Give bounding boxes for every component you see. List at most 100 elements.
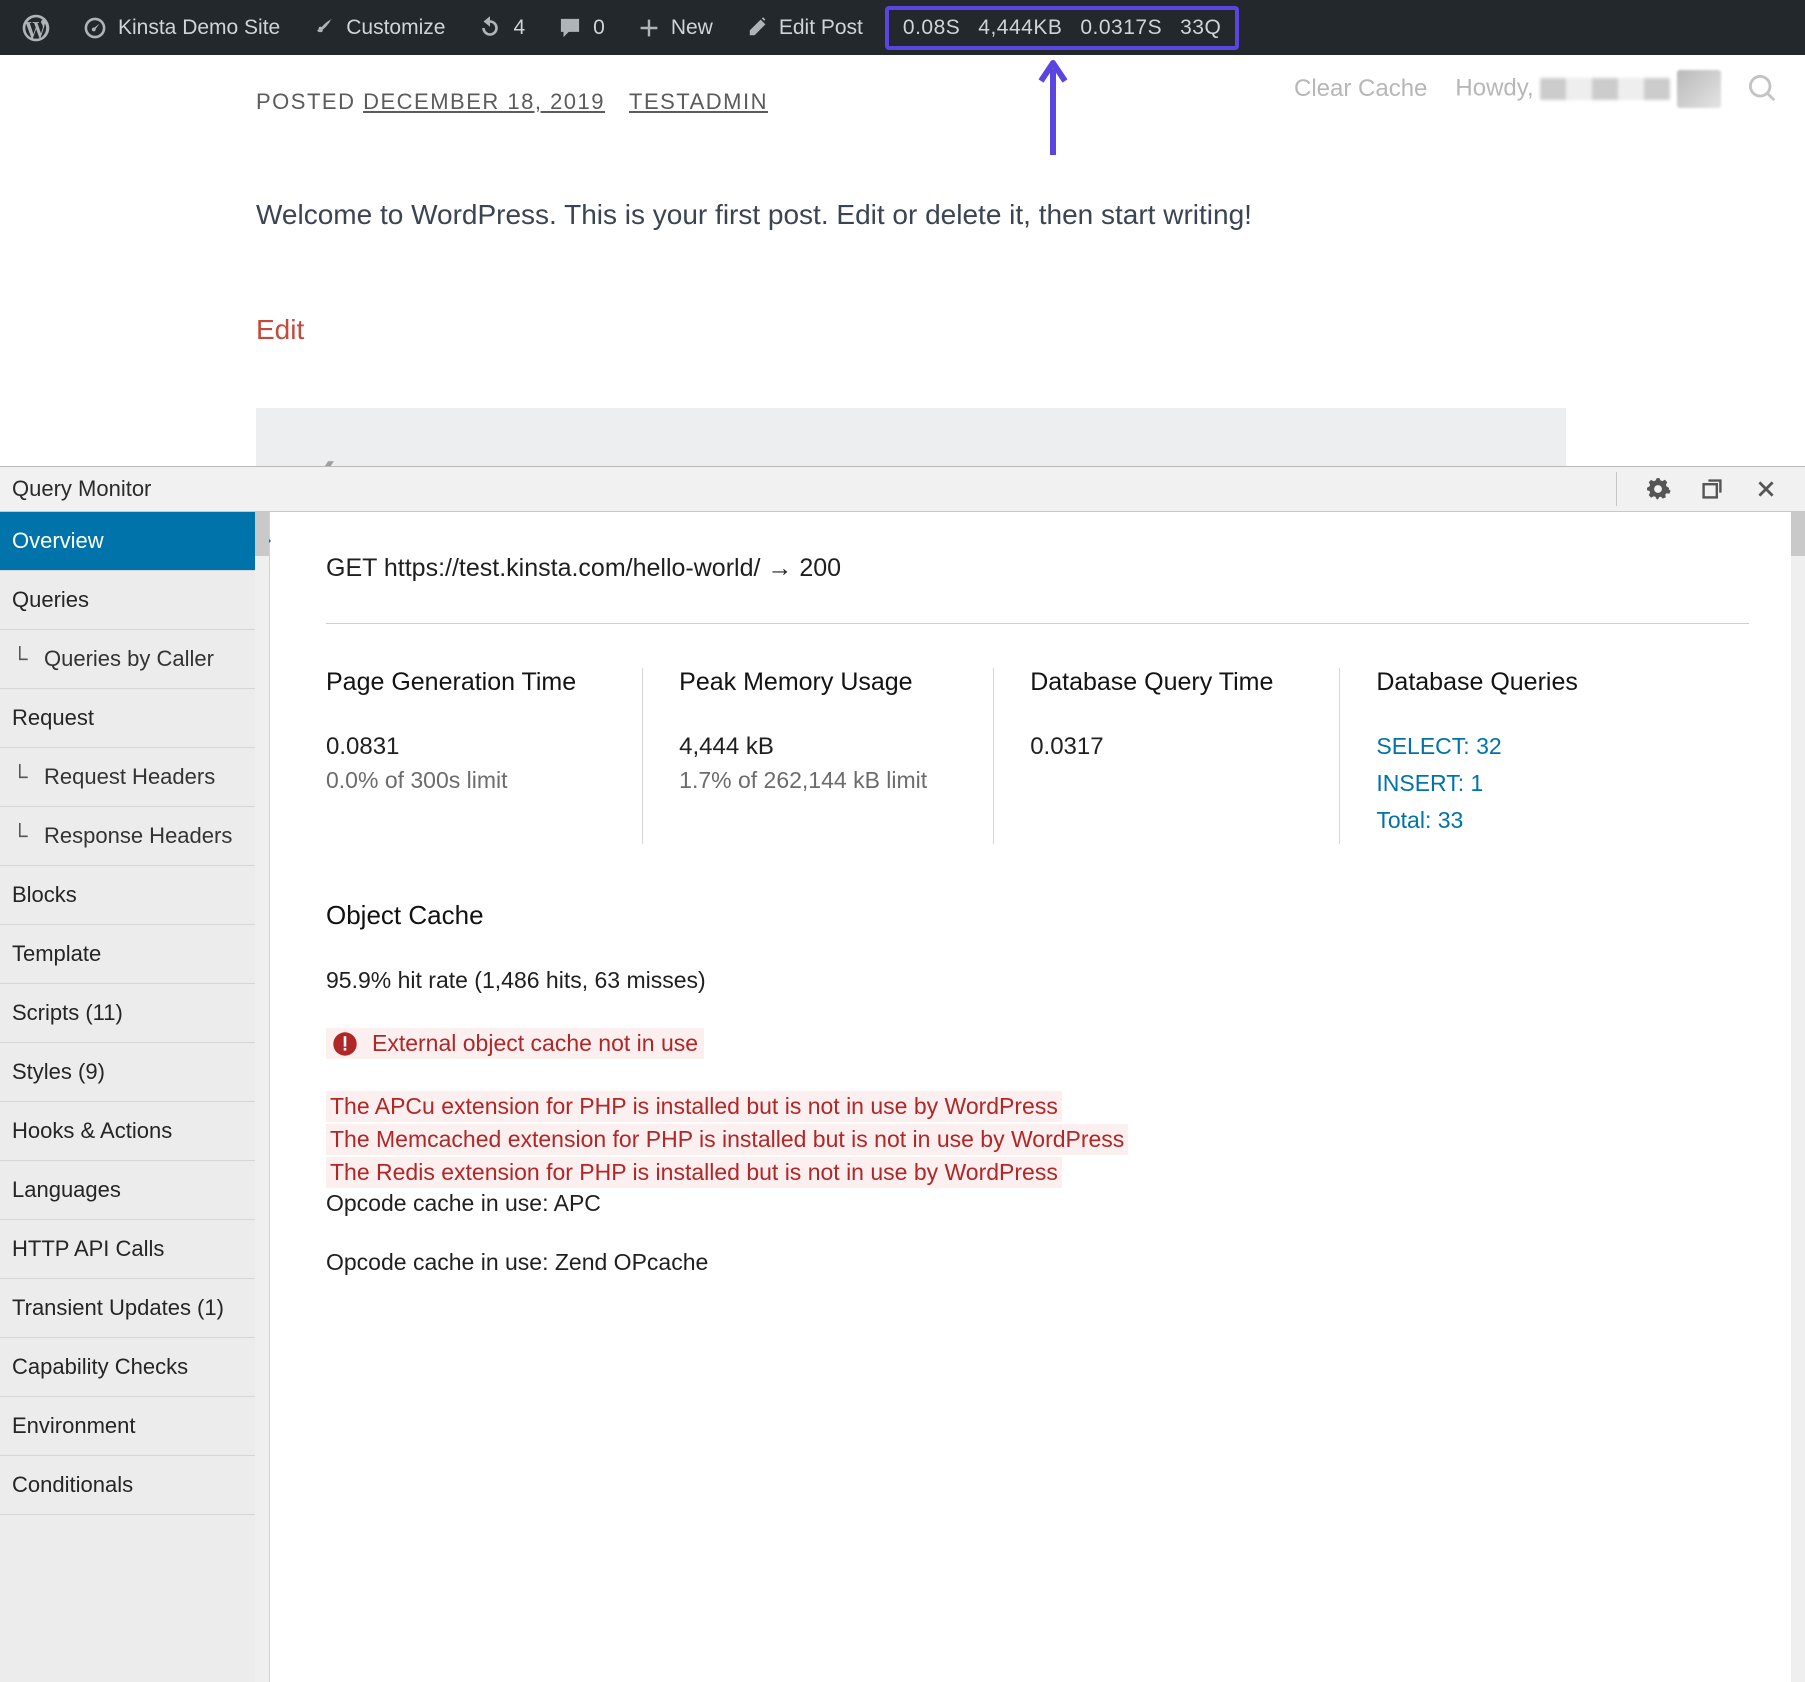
db-total-link[interactable]: Total: 33 (1376, 807, 1578, 834)
update-icon (477, 15, 503, 41)
qm-admin-stats[interactable]: 0.08S 4,444KB 0.0317S 33Q (885, 6, 1239, 50)
sidebar-item-overview[interactable]: Overview (0, 512, 269, 571)
sidebar-item-scripts-11[interactable]: Scripts (11) (0, 984, 269, 1043)
stat-dbqueries: Database Queries SELECT: 32 INSERT: 1 To… (1339, 668, 1644, 844)
stat-sub-mem: 1.7% of 262,144 kB limit (679, 767, 927, 794)
qm-stat-qtime: 0.0317S (1080, 16, 1162, 40)
warn-redis: The Redis extension for PHP is installed… (326, 1157, 1062, 1188)
qm-sidebar: OverviewQueries Queries by Caller Request R… (0, 512, 270, 1682)
sidebar-item-request[interactable]: Request (0, 689, 269, 748)
stat-val-pgt: 0.0831 (326, 733, 576, 761)
customize-link[interactable]: Customize (296, 0, 461, 55)
post-author[interactable]: TESTADMIN (629, 89, 768, 115)
sidebar-item-label: Response Headers (44, 823, 232, 848)
customize-label: Customize (346, 16, 445, 40)
sidebar-item-http-api-calls[interactable]: HTTP API Calls (0, 1220, 269, 1279)
qm-title: Query Monitor (12, 476, 151, 502)
sidebar-item-styles-9[interactable]: Styles (9) (0, 1043, 269, 1102)
updates-link[interactable]: 4 (461, 0, 541, 55)
edit-link[interactable]: Edit (256, 314, 304, 346)
sidebar-item-hooks-actions[interactable]: Hooks & Actions (0, 1102, 269, 1161)
sidebar-item-conditionals[interactable]: Conditionals (0, 1456, 269, 1515)
sidebar-item-queries-by-caller[interactable]: Queries by Caller (0, 630, 269, 689)
post-date[interactable]: POSTED DECEMBER 18, 2019 (256, 89, 605, 115)
stat-page-gen: Page Generation Time 0.0831 0.0% of 300s… (326, 668, 642, 844)
dashboard-icon (82, 15, 108, 41)
sidebar-item-response-headers[interactable]: Response Headers (0, 807, 269, 866)
edit-post-label: Edit Post (779, 16, 863, 40)
wp-admin-bar: Kinsta Demo Site Customize 4 0 New Edit … (0, 0, 1805, 55)
request-line: GET https://test.kinsta.com/hello-world/… (326, 554, 1749, 583)
brush-icon (312, 16, 336, 40)
qm-stat-time: 0.08S (903, 16, 960, 40)
sidebar-item-capability-checks[interactable]: Capability Checks (0, 1338, 269, 1397)
stats-grid: Page Generation Time 0.0831 0.0% of 300s… (326, 668, 1749, 844)
sidebar-scrollbar[interactable] (255, 512, 269, 1682)
stat-dbtime: Database Query Time 0.0317 (993, 668, 1339, 844)
username-blurred (1540, 78, 1670, 100)
updates-count: 4 (513, 16, 525, 40)
sidebar-item-label: Request Headers (44, 764, 215, 789)
settings-button[interactable] (1643, 474, 1673, 504)
gear-icon (1645, 476, 1671, 502)
stat-val-dqt: 0.0317 (1030, 733, 1273, 761)
stat-head-dqt: Database Query Time (1030, 668, 1273, 697)
avatar (1677, 70, 1721, 108)
warn-no-external-cache: External object cache not in use (326, 1028, 704, 1059)
warn-memcached: The Memcached extension for PHP is insta… (326, 1124, 1128, 1155)
warn-no-external-cache-text: External object cache not in use (372, 1030, 698, 1057)
search-icon[interactable] (1749, 75, 1777, 103)
titlebar-separator (1616, 472, 1617, 506)
comments-count: 0 (593, 16, 605, 40)
edit-post-link[interactable]: Edit Post (729, 0, 879, 55)
new-link[interactable]: New (621, 0, 729, 55)
sidebar-item-transient-updates-1[interactable]: Transient Updates (1) (0, 1279, 269, 1338)
stat-memory: Peak Memory Usage 4,444 kB 1.7% of 262,1… (642, 668, 993, 844)
site-name[interactable]: Kinsta Demo Site (66, 0, 296, 55)
stat-head-mem: Peak Memory Usage (679, 668, 927, 697)
qm-stat-mem: 4,444KB (978, 16, 1062, 40)
cache-hitrate: 95.9% hit rate (1,486 hits, 63 misses) (326, 967, 1749, 994)
qm-titlebar: Query Monitor (0, 467, 1805, 512)
wp-logo[interactable] (6, 0, 66, 55)
sidebar-item-template[interactable]: Template (0, 925, 269, 984)
stat-val-mem: 4,444 kB (679, 733, 927, 761)
stat-head-dbq: Database Queries (1376, 668, 1578, 697)
comments-link[interactable]: 0 (541, 0, 621, 55)
opcode-apc: Opcode cache in use: APC (326, 1190, 1749, 1217)
sidebar-item-request-headers[interactable]: Request Headers (0, 748, 269, 807)
header-right: Clear Cache Howdy, (1294, 55, 1805, 123)
site-name-label: Kinsta Demo Site (118, 16, 280, 40)
howdy-prefix: Howdy, (1455, 74, 1540, 101)
qm-stat-qcount: 33Q (1180, 16, 1221, 40)
sidebar-item-blocks[interactable]: Blocks (0, 866, 269, 925)
main-scrollbar[interactable] (1791, 512, 1805, 1682)
db-select-link[interactable]: SELECT: 32 (1376, 733, 1578, 760)
post-content: Welcome to WordPress. This is your first… (256, 193, 1566, 236)
close-icon (1755, 478, 1777, 500)
sidebar-item-label: Queries by Caller (44, 646, 214, 671)
pencil-icon (745, 16, 769, 40)
new-label: New (671, 16, 713, 40)
stat-head-pgt: Page Generation Time (326, 668, 576, 697)
alert-icon (332, 1031, 358, 1057)
object-cache-heading: Object Cache (326, 900, 1749, 931)
sidebar-item-languages[interactable]: Languages (0, 1161, 269, 1220)
howdy-user[interactable]: Howdy, (1455, 70, 1721, 108)
divider (326, 623, 1749, 624)
popout-button[interactable] (1697, 474, 1727, 504)
close-button[interactable] (1751, 474, 1781, 504)
wordpress-icon (22, 14, 50, 42)
comment-icon (557, 15, 583, 41)
popout-icon (1700, 477, 1724, 501)
plus-icon (637, 16, 661, 40)
clear-cache-link[interactable]: Clear Cache (1294, 75, 1427, 103)
warn-apcu: The APCu extension for PHP is installed … (326, 1091, 1062, 1122)
sidebar-item-environment[interactable]: Environment (0, 1397, 269, 1456)
query-monitor-panel: Query Monitor OverviewQueries Queries by … (0, 466, 1805, 1682)
qm-main: GET https://test.kinsta.com/hello-world/… (270, 512, 1805, 1682)
stat-sub-pgt: 0.0% of 300s limit (326, 767, 576, 794)
db-insert-link[interactable]: INSERT: 1 (1376, 770, 1578, 797)
opcode-zend: Opcode cache in use: Zend OPcache (326, 1249, 1749, 1276)
sidebar-item-queries[interactable]: Queries (0, 571, 269, 630)
